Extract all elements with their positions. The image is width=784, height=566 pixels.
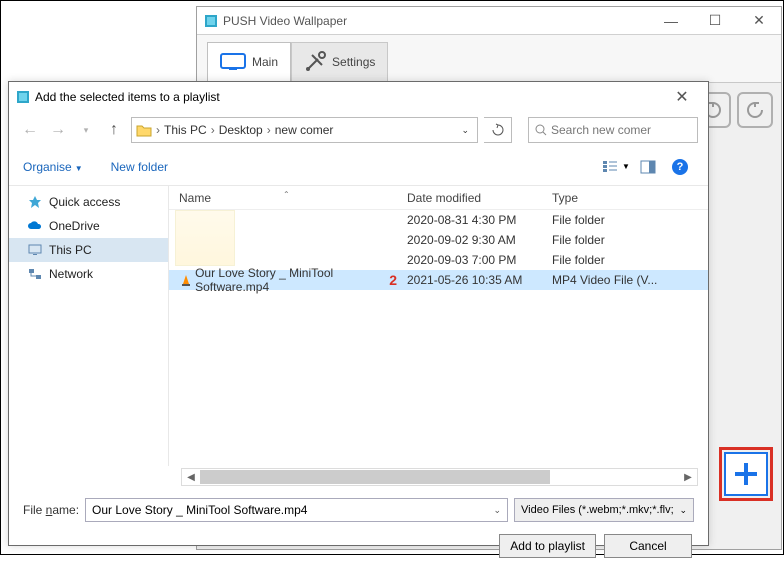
add-button-highlight [719,447,773,501]
column-date[interactable]: Date modified [397,191,542,205]
dialog-titlebar: Add the selected items to a playlist ✕ [9,82,708,112]
tab-main[interactable]: Main [207,42,291,82]
crumb-root[interactable]: This PC [164,123,207,137]
column-name[interactable]: Name⌃ [169,191,397,205]
annotation-2: 2 [389,272,397,288]
horizontal-scrollbar[interactable]: ◀▶ [181,468,698,486]
filename-input[interactable]: Our Love Story _ MiniTool Software.mp4 ⌄ [85,498,508,522]
nav-recent[interactable]: ▾ [75,119,97,141]
add-to-playlist-button[interactable]: Add to playlist [499,534,596,558]
push-toolbar: Main Settings [197,35,781,83]
dialog-close-button[interactable]: ✕ [662,83,702,111]
nav-forward: → [47,119,69,141]
search-placeholder: Search new comer [551,123,651,137]
maximize-button[interactable]: ☐ [693,7,737,34]
star-icon [27,194,43,210]
crumb-seg2[interactable]: new comer [275,123,334,137]
file-row-selected[interactable]: Our Love Story _ MiniTool Software.mp4 2… [169,270,708,290]
filename-label: File name: [23,503,79,517]
nav-row: ← → ▾ ↑ › This PC › Desktop › new comer … [9,112,708,148]
plus-icon [731,459,761,489]
search-input[interactable]: Search new comer [528,117,698,143]
pc-icon [27,242,43,258]
file-row[interactable]: 2020-08-31 4:30 PM File folder [169,210,708,230]
sidebar-item-onedrive[interactable]: OneDrive [9,214,168,238]
chevron-down-icon[interactable]: ⌄ [461,125,469,136]
cancel-button[interactable]: Cancel [604,534,692,558]
close-button[interactable]: ✕ [737,7,781,34]
file-dialog: Add the selected items to a playlist ✕ ←… [8,81,709,546]
tools-icon [304,51,326,73]
sort-caret-icon: ⌃ [283,190,290,199]
chevron-down-icon[interactable]: ⌄ [679,505,687,516]
crumb-seg1[interactable]: Desktop [219,123,263,137]
file-row[interactable]: 2020-09-02 9:30 AM File folder [169,230,708,250]
sidebar-item-network[interactable]: Network [9,262,168,286]
sidebar-item-this-pc[interactable]: This PC [9,238,168,262]
sidebar-label: This PC [49,243,92,257]
folder-thumbnail [175,210,235,266]
address-bar[interactable]: › This PC › Desktop › new comer ⌄ [131,117,478,143]
dialog-icon [15,89,31,105]
sidebar: Quick access OneDrive This PC Network [9,186,169,466]
app-icon [203,13,219,29]
column-headers[interactable]: Name⌃ Date modified Type [169,186,708,210]
new-folder-button[interactable]: New folder [111,160,168,174]
file-name: Our Love Story _ MiniTool Software.mp4 [195,266,381,294]
tab-main-label: Main [252,55,278,69]
tab-settings-label: Settings [332,55,375,69]
sidebar-item-quick-access[interactable]: Quick access [9,190,168,214]
push-title: PUSH Video Wallpaper [223,14,347,28]
file-list: Name⌃ Date modified Type 2020-08-31 4:30… [169,186,708,466]
add-button[interactable] [724,452,768,496]
cloud-icon [27,218,43,234]
toolbar: Organise▼ New folder ▼ ? [9,148,708,186]
organise-button[interactable]: Organise▼ [23,160,83,174]
view-button[interactable]: ▼ [602,155,630,179]
column-type[interactable]: Type [542,191,672,205]
push-titlebar: PUSH Video Wallpaper — ☐ ✕ [197,7,781,35]
minimize-button[interactable]: — [649,7,693,34]
preview-pane-button[interactable] [634,155,662,179]
monitor-icon [220,53,246,71]
sidebar-label: Network [49,267,93,281]
nav-up[interactable]: ↑ [103,119,125,141]
tab-settings[interactable]: Settings [291,42,388,82]
nav-back[interactable]: ← [19,119,41,141]
sidebar-label: OneDrive [49,219,100,233]
sidebar-label: Quick access [49,195,120,209]
network-icon [27,266,43,282]
file-type-filter[interactable]: Video Files (*.webm;*.mkv;*.flv; ⌄ [514,498,694,522]
refresh-button[interactable] [484,117,512,143]
help-button[interactable]: ? [666,155,694,179]
vlc-icon [179,273,191,287]
chevron-down-icon[interactable]: ⌄ [493,505,501,516]
action-button-2[interactable] [737,92,773,128]
dialog-title: Add the selected items to a playlist [35,90,220,104]
search-icon [535,124,547,136]
folder-icon [136,123,152,137]
